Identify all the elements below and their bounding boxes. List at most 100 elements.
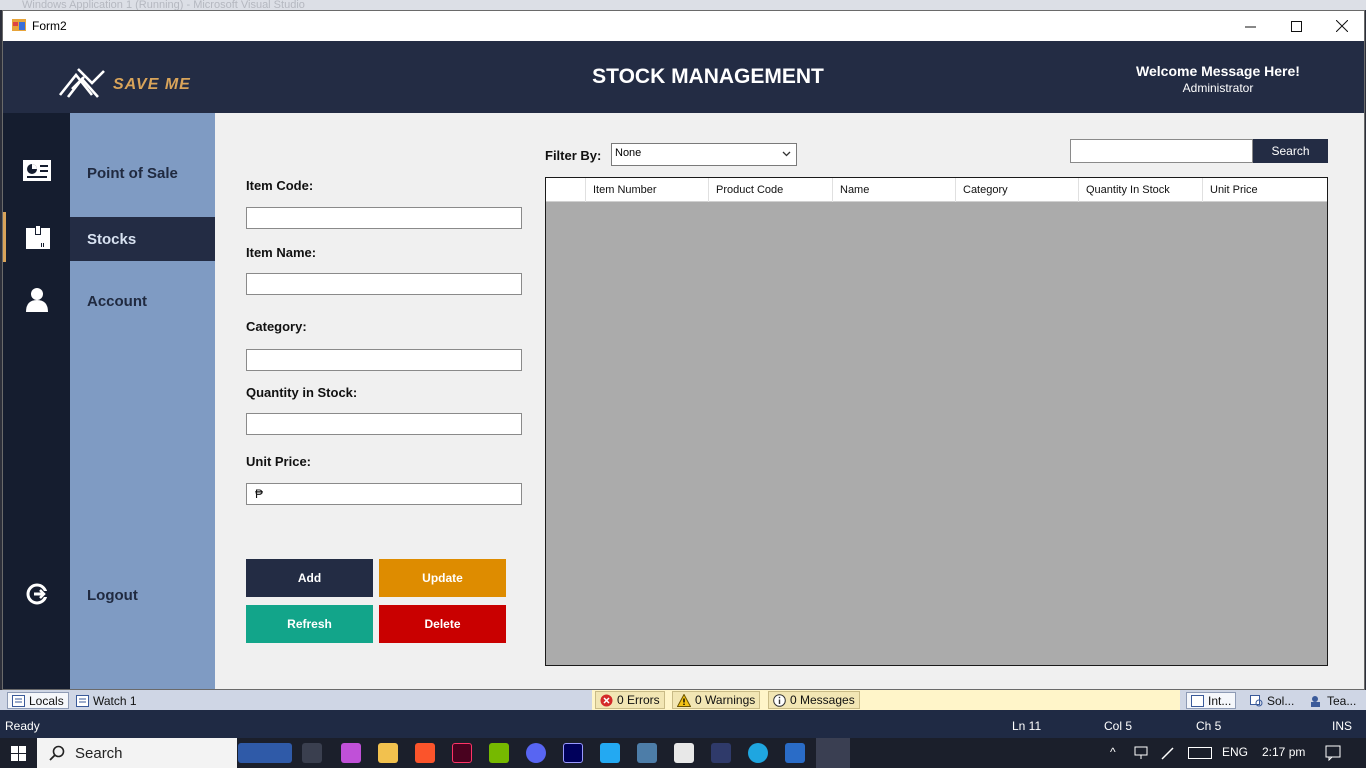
account-icon-button[interactable] [3,275,70,325]
quantity-label: Quantity in Stock: [246,385,358,400]
messages-filter-button[interactable]: 0 Messages [768,691,860,709]
edge-browser-icon[interactable] [748,743,768,763]
close-icon [1336,20,1348,32]
solution-explorer-icon [1250,694,1263,706]
unit-price-input[interactable]: ₱ [246,483,522,505]
error-icon [600,694,613,706]
tab-watch-1[interactable]: Watch 1 [72,692,141,709]
quantity-input[interactable] [246,413,522,435]
close-button[interactable] [1319,11,1364,41]
indesign-icon[interactable] [452,743,472,763]
stocks-icon-button[interactable] [3,212,70,262]
vs-title-strip: Windows Application 1 (Running) - Micros… [0,0,1366,10]
running-form-app-icon[interactable] [816,738,850,768]
item-name-input[interactable] [246,273,522,295]
column-header-category[interactable]: Category [956,178,1079,202]
status-line: Ln 11 [1012,719,1042,733]
tab-locals-label: Locals [29,693,64,708]
input-language[interactable]: ENG [1222,745,1248,759]
team-explorer-icon [1311,695,1320,707]
maximize-button[interactable] [1273,11,1319,41]
warnings-count: 0 Warnings [695,693,756,707]
filter-select[interactable]: None [611,143,797,166]
column-header-unit-price[interactable]: Unit Price [1203,178,1327,202]
search-input[interactable] [1070,139,1253,163]
stock-data-grid[interactable]: Item Number Product Code Name Category Q… [545,177,1328,666]
godot-icon[interactable] [637,743,657,763]
tab-watch-label: Watch 1 [93,693,137,708]
add-button[interactable]: Add [246,559,373,597]
app-icon[interactable] [674,743,694,763]
column-header-name[interactable]: Name [833,178,956,202]
warnings-filter-button[interactable]: 0 Warnings [672,691,761,709]
taskbar-search-box[interactable]: Search [37,738,237,768]
tab-team-explorer[interactable]: Tea... [1306,692,1360,709]
brand-name: SAVE ME [113,76,191,93]
widgets-icon[interactable] [238,743,292,763]
item-name-label: Item Name: [246,245,317,260]
maximize-icon [1290,20,1302,32]
point-of-sale-icon-button[interactable] [3,146,70,196]
sidebar-item-logout[interactable]: Logout [70,573,215,617]
form-app-icon [12,19,26,31]
notifications-icon[interactable] [1325,745,1341,761]
nvidia-icon[interactable] [489,743,509,763]
powershell-icon[interactable] [785,743,805,763]
clock-time[interactable]: 2:17 pm [1262,745,1305,759]
stock-form-area: Item Code: Item Name: Category: Quantity… [215,113,1364,689]
nav-sidebar: Point of Sale Stocks Account Logout [70,113,215,689]
grid-header-row: Item Number Product Code Name Category Q… [546,178,1327,202]
filter-by-label: Filter By: [545,148,602,163]
task-view-icon[interactable] [302,743,322,763]
sidebar-item-stocks[interactable]: Stocks [70,217,215,261]
minimize-button[interactable] [1227,11,1273,41]
unit-price-label: Unit Price: [246,454,312,469]
refresh-button[interactable]: Refresh [246,605,373,643]
errors-filter-button[interactable]: 0 Errors [595,691,665,709]
vscode-icon[interactable] [600,743,620,763]
discord-icon[interactable] [526,743,546,763]
filter-selected-value: None [615,147,642,159]
welcome-message: Welcome Message Here! [1136,63,1300,79]
app-header: SAVE ME STOCK MANAGEMENT Welcome Message… [3,41,1364,113]
error-list-bar: 0 Errors 0 Warnings 0 Messages [592,690,1180,710]
column-header-quantity[interactable]: Quantity In Stock [1079,178,1203,202]
window-title: Form2 [32,19,67,33]
item-code-input[interactable] [246,207,522,229]
user-icon [25,288,48,312]
tab-intellicode[interactable]: Int... [1186,692,1237,709]
tab-locals[interactable]: Locals [7,692,69,709]
sidebar-item-point-of-sale[interactable]: Point of Sale [70,151,215,195]
column-header-product-code[interactable]: Product Code [709,178,833,202]
windows-start-icon[interactable] [11,746,26,761]
point-of-sale-icon [22,160,51,181]
keyboard-icon[interactable] [1188,747,1212,759]
column-header-item-number[interactable]: Item Number [586,178,709,202]
taskbar-search-label: Search [75,744,123,762]
category-input[interactable] [246,349,522,371]
tray-chevron-up-icon[interactable]: ^ [1110,745,1116,759]
search-button[interactable]: Search [1253,139,1328,163]
update-button[interactable]: Update [379,559,506,597]
tab-team-label: Tea... [1327,693,1357,708]
save-me-logo-icon [58,68,105,98]
delete-button[interactable]: Delete [379,605,506,643]
vs-status-bar: Ready Ln 11 Col 5 Ch 5 INS [0,710,1366,738]
tab-intellicode-label: Int... [1208,693,1232,708]
window-titlebar[interactable]: Form2 [3,11,1364,41]
premiere-pro-icon[interactable] [563,743,583,763]
logout-icon-button[interactable] [3,569,70,619]
copilot-icon[interactable] [341,743,361,763]
infinity-app-icon[interactable] [711,743,731,763]
tab-solution-explorer[interactable]: Sol... [1246,692,1298,709]
pen-icon[interactable] [1160,745,1176,761]
chevron-down-icon [782,151,791,157]
grid-row-header-cell [546,178,586,202]
file-explorer-icon[interactable] [378,743,398,763]
brave-browser-icon[interactable] [415,743,435,763]
user-role: Administrator [1182,81,1254,95]
vs-tool-tabs: Locals Watch 1 0 Errors 0 Warnings 0 Mes… [0,690,1366,710]
sidebar-item-account[interactable]: Account [70,279,215,323]
status-insert-mode: INS [1332,719,1353,733]
network-icon[interactable] [1134,746,1150,760]
